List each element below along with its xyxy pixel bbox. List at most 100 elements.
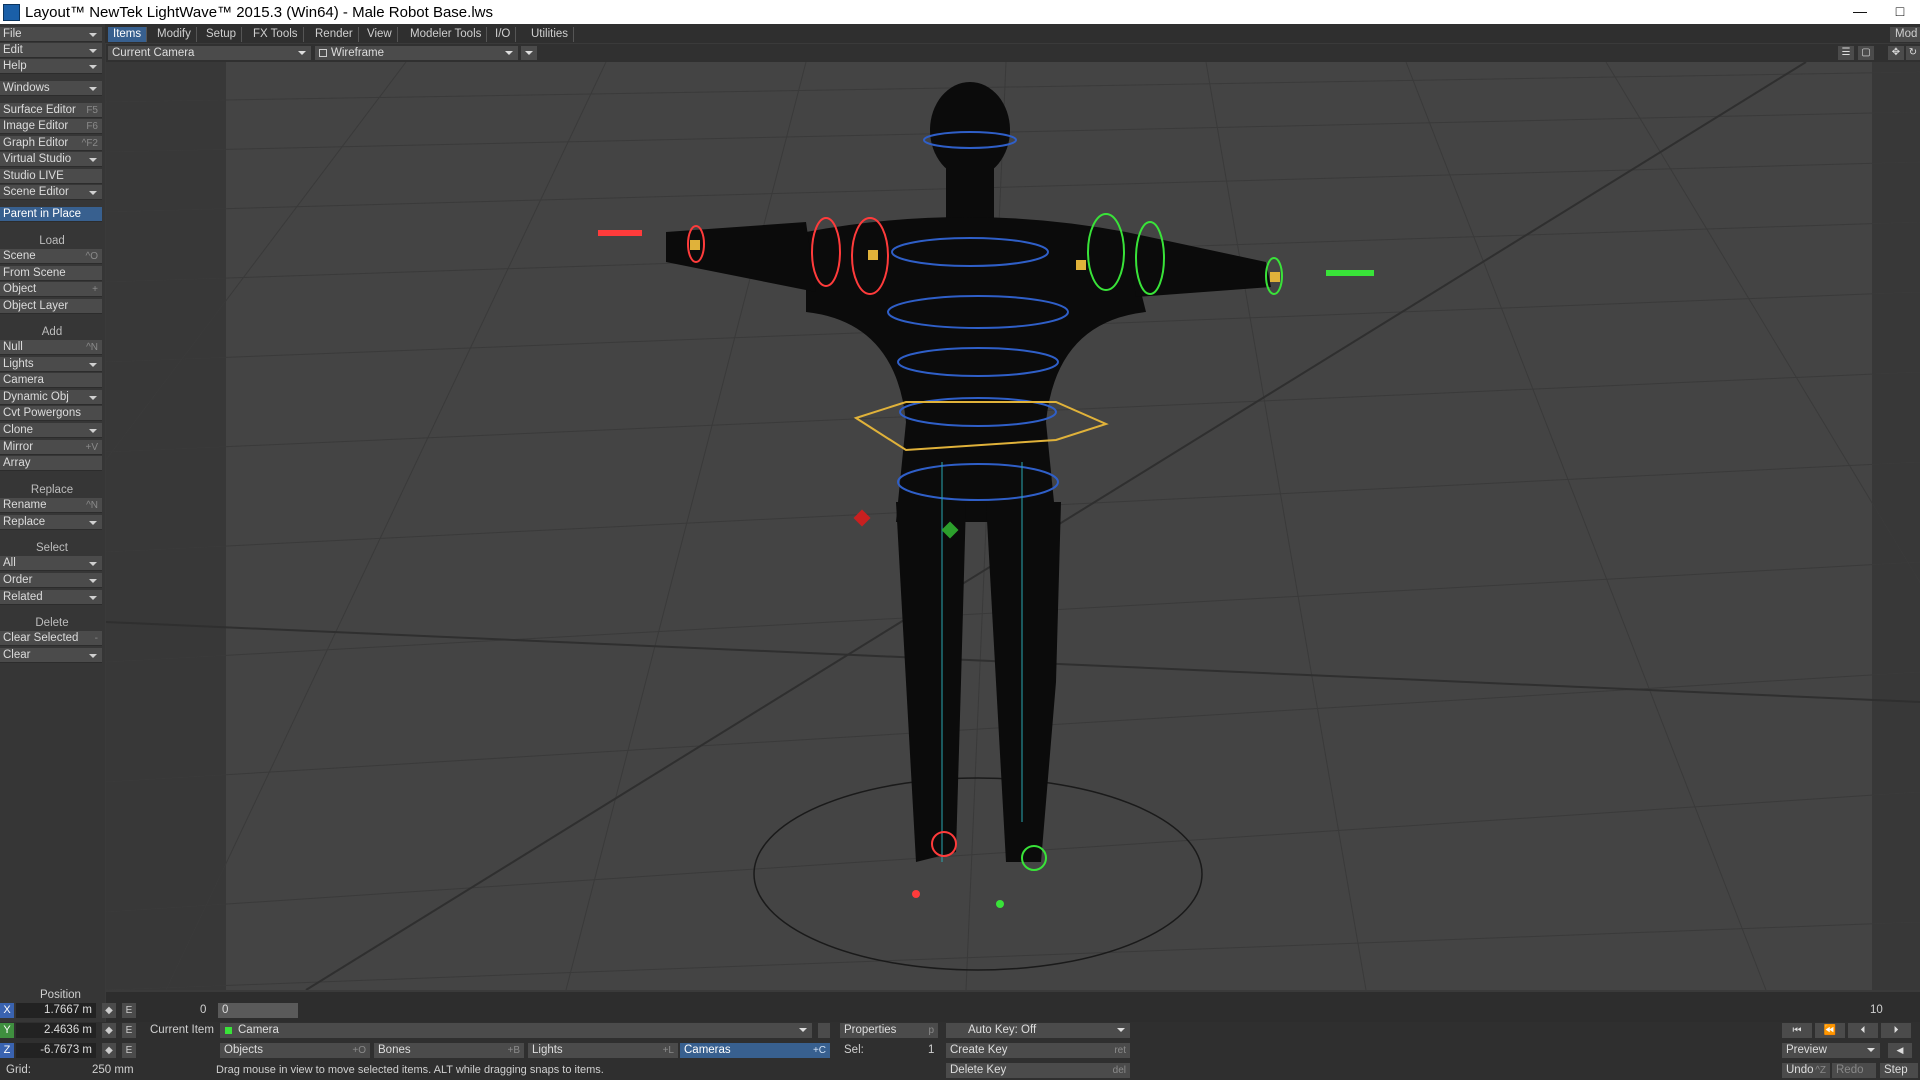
viewport-scene	[106, 62, 1920, 990]
maximize-button[interactable]: □	[1880, 0, 1920, 24]
load-object-button[interactable]: Object +	[0, 282, 102, 297]
z-drag-icon[interactable]: ◆	[102, 1043, 116, 1058]
auto-key-select[interactable]: Auto Key: Off	[946, 1023, 1130, 1038]
play-icon[interactable]: ⏵	[1881, 1023, 1911, 1038]
clear-menu[interactable]: Clear	[0, 648, 102, 663]
edit-menu[interactable]: Edit	[0, 43, 102, 58]
tab-utilities[interactable]: Utilities	[526, 27, 575, 42]
modeler-switch-button[interactable]: Mod	[1890, 27, 1920, 42]
dynamic-obj-label: Dynamic Obj	[3, 391, 69, 403]
lights-filter-button[interactable]: Lights +L	[528, 1043, 678, 1058]
load-scene-button[interactable]: Scene ^O	[0, 249, 102, 264]
parent-in-place-toggle[interactable]: Parent in Place	[0, 207, 102, 222]
render-mode-select[interactable]: Wireframe	[315, 46, 518, 60]
view-camera-select[interactable]: Current Camera	[108, 46, 311, 60]
cvt-powergons-button[interactable]: Cvt Powergons	[0, 406, 102, 421]
x-drag-icon[interactable]: ◆	[102, 1003, 116, 1018]
create-key-label: Create Key	[950, 1044, 1008, 1056]
chevron-down-icon	[89, 396, 97, 400]
timeline-slider-knob[interactable]: 0	[218, 1003, 298, 1018]
clear-selected-button[interactable]: Clear Selected -	[0, 631, 102, 646]
undo-button[interactable]: Undo ^Z	[1782, 1063, 1830, 1078]
tab-io[interactable]: I/O	[490, 27, 517, 42]
tab-render[interactable]: Render	[310, 27, 359, 42]
properties-button[interactable]: Properties p	[840, 1023, 938, 1038]
add-camera-button[interactable]: Camera	[0, 373, 102, 388]
objects-filter-button[interactable]: Objects +O	[220, 1043, 370, 1058]
position-x-input[interactable]: 1.7667 m	[16, 1003, 96, 1018]
virtual-studio-menu[interactable]: Virtual Studio	[0, 152, 102, 167]
tab-setup[interactable]: Setup	[201, 27, 243, 42]
select-all-menu[interactable]: All	[0, 556, 102, 571]
load-from-scene-button[interactable]: From Scene	[0, 266, 102, 281]
wireframe-icon	[319, 49, 327, 57]
add-lights-menu[interactable]: Lights	[0, 357, 102, 372]
shortcut-label: +O	[352, 1045, 366, 1056]
cameras-filter-button[interactable]: Cameras +C	[680, 1043, 830, 1058]
position-y-input[interactable]: 2.4636 m	[16, 1023, 96, 1038]
windows-menu[interactable]: Windows	[0, 81, 102, 96]
y-envelope-button[interactable]: E	[122, 1023, 136, 1038]
redo-label: Redo	[1836, 1064, 1864, 1076]
rewind-icon[interactable]: ⏪	[1815, 1023, 1845, 1038]
minimize-button[interactable]: —	[1840, 0, 1880, 24]
bones-filter-button[interactable]: Bones +B	[374, 1043, 524, 1058]
position-z-input[interactable]: -6.7673 m	[16, 1043, 96, 1058]
tab-view[interactable]: View	[362, 27, 398, 42]
rename-button[interactable]: Rename ^N	[0, 498, 102, 513]
x-envelope-button[interactable]: E	[122, 1003, 136, 1018]
image-editor-button[interactable]: Image Editor F6	[0, 119, 102, 134]
add-dynamic-obj-menu[interactable]: Dynamic Obj	[0, 390, 102, 405]
frame-slider-value: 0	[222, 1004, 229, 1016]
select-related-menu[interactable]: Related	[0, 590, 102, 605]
tab-items[interactable]: Items	[108, 27, 148, 42]
item-pin-button[interactable]	[818, 1023, 830, 1038]
tab-modify[interactable]: Modify	[152, 27, 197, 42]
y-drag-icon[interactable]: ◆	[102, 1023, 116, 1038]
position-label: Position	[40, 989, 81, 1001]
replace-menu[interactable]: Replace	[0, 515, 102, 530]
select-order-menu[interactable]: Order	[0, 573, 102, 588]
load-object-layer-button[interactable]: Object Layer	[0, 299, 102, 314]
step-back-icon[interactable]: ⏴	[1848, 1023, 1878, 1038]
graph-editor-button[interactable]: Graph Editor ^F2	[0, 136, 102, 151]
tab-fx-tools[interactable]: FX Tools	[248, 27, 304, 42]
object-layer-label: Object Layer	[3, 300, 69, 312]
studio-live-button[interactable]: Studio LIVE	[0, 169, 102, 184]
rotate-view-icon[interactable]: ↻	[1906, 46, 1920, 60]
help-menu[interactable]: Help	[0, 59, 102, 74]
file-label: File	[3, 28, 22, 40]
tab-modeler-tools[interactable]: Modeler Tools	[405, 27, 488, 42]
surface-editor-button[interactable]: Surface Editor F5	[0, 103, 102, 118]
create-key-button[interactable]: Create Key ret	[946, 1043, 1130, 1058]
step-label: Step	[1884, 1064, 1908, 1076]
reverse-play-icon[interactable]: ◀	[1888, 1043, 1912, 1058]
first-frame-icon[interactable]: ⏮	[1782, 1023, 1812, 1038]
title-bar: Layout™ NewTek LightWave™ 2015.3 (Win64)…	[0, 0, 1920, 24]
preview-select[interactable]: Preview	[1782, 1043, 1880, 1058]
delete-key-button[interactable]: Delete Key del	[946, 1063, 1130, 1078]
current-item-select[interactable]: Camera	[220, 1023, 812, 1038]
file-menu[interactable]: File	[0, 27, 102, 42]
shortcut-label: ^N	[86, 500, 98, 511]
frame-field[interactable]: 0	[200, 1003, 206, 1018]
replace-section-heading: Replace	[30, 484, 74, 496]
step-button[interactable]: Step	[1880, 1063, 1918, 1078]
list-icon[interactable]: ☰	[1838, 46, 1854, 60]
layout-icon[interactable]: ▢	[1858, 46, 1874, 60]
clone-menu[interactable]: Clone	[0, 423, 102, 438]
array-button[interactable]: Array	[0, 456, 102, 471]
chevron-down-icon	[89, 654, 97, 658]
redo-button[interactable]: Redo	[1832, 1063, 1876, 1078]
add-null-button[interactable]: Null ^N	[0, 340, 102, 355]
chevron-down-icon	[1117, 1028, 1125, 1032]
viewport-options-button[interactable]	[521, 46, 537, 60]
mirror-button[interactable]: Mirror +V	[0, 440, 102, 455]
timeline-end-label: 10	[1870, 1004, 1883, 1016]
chevron-down-icon	[89, 521, 97, 525]
3d-viewport[interactable]	[106, 62, 1920, 990]
z-envelope-button[interactable]: E	[122, 1043, 136, 1058]
scene-editor-menu[interactable]: Scene Editor	[0, 185, 102, 200]
move-view-icon[interactable]: ✥	[1888, 46, 1904, 60]
replace-label: Replace	[3, 516, 46, 528]
